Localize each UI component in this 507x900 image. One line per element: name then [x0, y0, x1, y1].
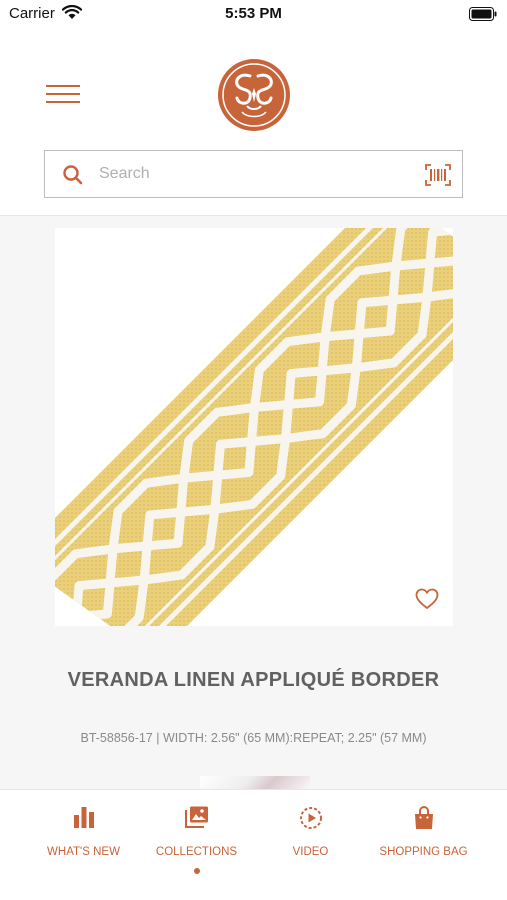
tab-label: SHOPPING BAG	[379, 846, 468, 858]
product-title: VERANDA LINEN APPLIQUÉ BORDER	[67, 669, 440, 691]
tab-label: VIDEO	[292, 846, 329, 858]
search-icon[interactable]	[62, 164, 84, 186]
app-header	[0, 30, 507, 216]
product-specs: BT-58856-17 | WIDTH: 2.56" (65 MM):REPEA…	[80, 731, 427, 745]
tab-label: COLLECTIONS	[155, 846, 238, 858]
play-icon	[299, 807, 322, 829]
bar-chart-icon	[73, 807, 94, 828]
hamburger-menu-button[interactable]	[46, 82, 80, 106]
selected-indicator	[193, 868, 200, 874]
brand-logo	[218, 59, 290, 131]
tab-label: WHAT'S NEW	[47, 846, 120, 858]
trim-border-illustration	[55, 228, 453, 626]
tab-video[interactable]: VIDEO	[247, 790, 374, 890]
tab-bar: WHAT'S NEW COLLECTIONS VIDEO SHOPPING BA…	[0, 789, 507, 900]
search-input[interactable]	[99, 160, 399, 188]
battery-icon	[469, 7, 497, 21]
search-bar	[44, 150, 463, 198]
barcode-scan-icon[interactable]	[425, 164, 451, 186]
heart-icon[interactable]	[415, 588, 439, 610]
clock: 5:53 PM	[225, 5, 282, 22]
tab-whats-new[interactable]: WHAT'S NEW	[20, 790, 147, 890]
tab-collections[interactable]: COLLECTIONS	[133, 790, 260, 890]
gallery-icon	[184, 806, 208, 828]
bag-icon	[414, 806, 433, 829]
product-image[interactable]	[55, 228, 453, 626]
status-bar: Carrier 5:53 PM	[0, 0, 507, 30]
tab-shopping-bag[interactable]: SHOPPING BAG	[360, 790, 487, 890]
